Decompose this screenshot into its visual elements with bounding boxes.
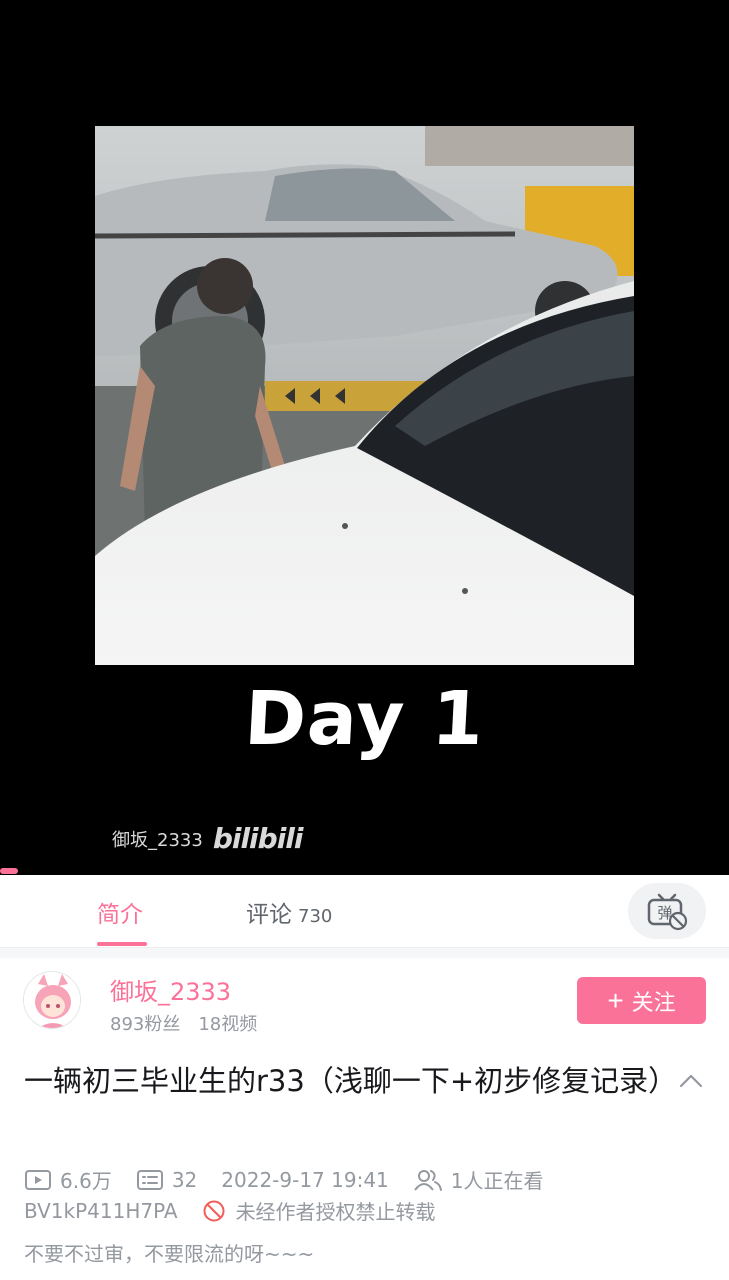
tab-intro-label: 简介 — [97, 902, 143, 928]
danmaku-off-icon: 弹 — [647, 893, 688, 931]
bilibili-logo: bilibili — [212, 822, 304, 855]
video-overlay-text: Day 1 — [242, 676, 487, 762]
video-player[interactable]: Day 1 御坂_2333 bilibili — [0, 0, 729, 875]
view-count-stat: 6.6万 — [24, 1165, 112, 1194]
uploader-name[interactable]: 御坂_2333 — [110, 972, 231, 1007]
video-count: 18视频 — [198, 1014, 258, 1035]
danmaku-count-icon — [136, 1169, 163, 1190]
follow-label: 关注 — [631, 989, 676, 1015]
danmaku-toggle-button[interactable]: 弹 — [628, 883, 706, 939]
active-tab-indicator — [97, 942, 147, 946]
section-divider — [0, 948, 729, 958]
video-stats: 6.6万 32 2022-9-17 19:41 1人正在看 — [24, 1165, 568, 1194]
tab-comments-label: 评论 — [246, 902, 292, 928]
follow-button[interactable]: + 关注 — [577, 977, 706, 1024]
bv-id[interactable]: BV1kP411H7PA — [24, 1199, 178, 1223]
tab-intro[interactable]: 简介 — [97, 895, 143, 929]
tab-comments[interactable]: 评论 730 — [246, 895, 332, 929]
video-meta: BV1kP411H7PA 未经作者授权禁止转载 — [24, 1196, 436, 1225]
tab-bar: 简介 评论 730 弹 — [0, 875, 729, 948]
prohibited-icon — [203, 1200, 225, 1221]
video-title: 一辆初三毕业生的r33（浅聊一下+初步修复记录） — [24, 1064, 678, 1098]
uploader-avatar[interactable] — [23, 971, 81, 1029]
comment-count: 730 — [298, 906, 333, 927]
watermark-username: 御坂_2333 — [112, 829, 203, 851]
danmaku-count: 32 — [171, 1167, 198, 1192]
uploader-stats: 893粉丝 18视频 — [110, 1010, 257, 1036]
view-count: 6.6万 — [60, 1169, 112, 1193]
danmaku-count-stat: 32 — [136, 1168, 197, 1192]
fan-count: 893粉丝 — [110, 1014, 181, 1035]
plus-icon: + — [607, 984, 624, 1016]
video-watermark: 御坂_2333 bilibili — [112, 822, 304, 855]
video-frame — [95, 126, 634, 665]
play-count-icon — [25, 1169, 51, 1190]
watching-count: 1人正在看 — [450, 1169, 544, 1193]
watching-now-stat: 1人正在看 — [413, 1165, 544, 1194]
reprint-notice-text: 未经作者授权禁止转载 — [235, 1200, 436, 1224]
viewers-icon — [413, 1169, 442, 1191]
video-description: 不要不过审，不要限流的呀~~~ — [24, 1242, 315, 1266]
reprint-notice: 未经作者授权禁止转载 — [202, 1196, 436, 1225]
playback-progress-indicator[interactable] — [0, 868, 18, 874]
chevron-up-icon[interactable] — [678, 1068, 704, 1094]
publish-date: 2022-9-17 19:41 — [221, 1167, 389, 1192]
